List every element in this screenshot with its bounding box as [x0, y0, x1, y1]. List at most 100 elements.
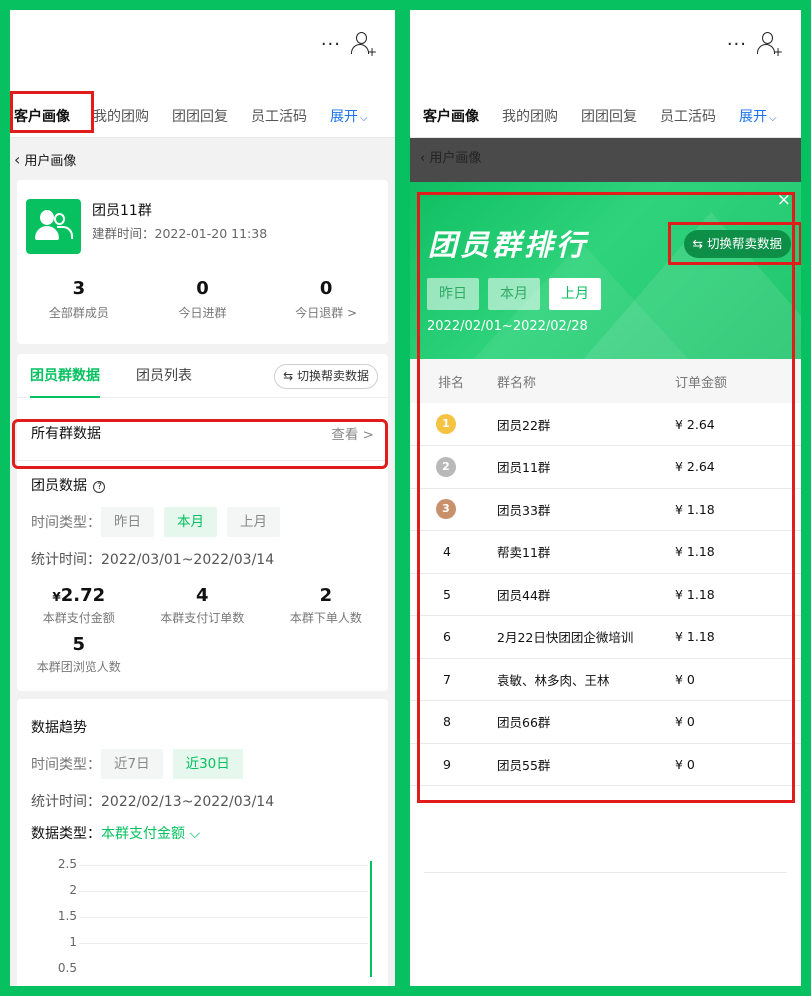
- expand-label: 展开: [739, 108, 767, 125]
- currency-symbol: ¥: [52, 590, 61, 604]
- kpi-value: 5: [72, 634, 86, 655]
- stat-left-today[interactable]: 0 今日退群 >: [264, 278, 388, 321]
- amount-cell: ¥ 1.18: [675, 544, 715, 560]
- gridline: [79, 917, 368, 918]
- help-icon[interactable]: ?: [93, 481, 106, 493]
- y-tick: 2.5: [57, 857, 77, 871]
- stat-value: 3: [72, 278, 86, 299]
- all-groups-row[interactable]: 所有群数据 查看 >: [17, 410, 388, 456]
- amount-cell: ¥ 1.18: [675, 501, 715, 517]
- chevron-left-icon: ‹: [14, 149, 21, 169]
- tab-staff-code[interactable]: 员工活码: [251, 106, 307, 126]
- member-data-title: 团员数据 ?: [17, 475, 388, 495]
- back-bar-dimmed[interactable]: ‹ 用户画像: [410, 138, 801, 182]
- tab-expand[interactable]: 展开 ⌵: [330, 106, 368, 126]
- stat-time-row: 统计时间：2022/03/01~2022/03/14: [17, 549, 388, 569]
- amount-cell: ¥ 2.64: [675, 416, 715, 432]
- amount-cell: ¥ 1.18: [675, 586, 715, 602]
- group-name-cell: 团员11群: [497, 460, 551, 476]
- stat-label: 全部群成员: [48, 306, 109, 320]
- kpi-value: 4: [196, 585, 209, 606]
- chip-this-month[interactable]: 本月: [488, 278, 540, 310]
- group-info-card: 团员11群 建群时间：2022-01-20 11:38 3 全部群成员 0 今日…: [17, 180, 388, 344]
- switch-resell-button[interactable]: ⇆ 切换帮卖数据: [274, 364, 378, 389]
- stat-all-members[interactable]: 3 全部群成员: [17, 278, 141, 321]
- bronze-medal-icon: 3: [436, 499, 456, 520]
- rank-cell: 5: [443, 586, 451, 602]
- subtab-member-list[interactable]: 团员列表: [136, 354, 192, 398]
- add-user-icon[interactable]: +: [351, 32, 377, 58]
- kpi-label: 本群支付金额: [42, 611, 115, 625]
- table-row: 6 2月22日快团团企微培训 ¥ 1.18: [410, 616, 801, 658]
- tab-customer-profile[interactable]: 客户画像: [423, 106, 479, 126]
- kpi-buyers: 2 本群下单人数: [264, 585, 388, 626]
- ranking-banner: × 团员群排行 ⇆ 切换帮卖数据 昨日 本月 上月 2022/02/01~202…: [410, 182, 801, 359]
- header-group-name: 群名称: [497, 375, 537, 391]
- group-name-cell: 帮卖11群: [497, 545, 551, 561]
- more-dots-icon[interactable]: ···: [321, 34, 341, 55]
- trend-stat-time: 统计时间：2022/02/13~2022/03/14: [31, 794, 275, 810]
- chip-yesterday[interactable]: 昨日: [427, 278, 479, 310]
- trend-card: 数据趋势 时间类型： 近7日 近30日 统计时间：2022/02/13~2022…: [17, 699, 388, 986]
- stat-value: 0: [319, 278, 333, 299]
- amount-cell: ¥ 0: [675, 756, 695, 772]
- gridline: [79, 943, 368, 944]
- trend-line: [370, 861, 372, 977]
- member-data-title-text: 团员数据: [31, 478, 87, 494]
- gridline: [79, 891, 368, 892]
- data-type-label: 数据类型：: [31, 826, 101, 842]
- tab-expand[interactable]: 展开 ⌵: [739, 106, 777, 126]
- gridline: [79, 865, 368, 866]
- amount-cell: ¥ 2.64: [675, 459, 715, 475]
- rank-cell: 8: [443, 714, 451, 730]
- table-row: 7 袁敏、林多肉、王林 ¥ 0: [410, 658, 801, 701]
- table-row: 5 团员44群 ¥ 1.18: [410, 573, 801, 616]
- chip-7-days[interactable]: 近7日: [101, 749, 163, 779]
- chip-yesterday[interactable]: 昨日: [101, 507, 154, 537]
- amount-cell: ¥ 0: [675, 671, 695, 687]
- left-screen: ··· + 客户画像 我的团购 团团回复 员工活码 展开 ⌵ ‹ 用户画像 团员1…: [10, 10, 395, 986]
- more-dots-icon[interactable]: ···: [727, 34, 747, 55]
- rank-cell: 9: [443, 756, 451, 772]
- kpi-label: 本群支付订单数: [160, 611, 245, 625]
- back-bar[interactable]: ‹ 用户画像: [10, 138, 395, 180]
- group-name-cell: 团员55群: [497, 757, 551, 773]
- chip-last-month[interactable]: 上月: [549, 278, 601, 310]
- tab-staff-code[interactable]: 员工活码: [660, 106, 716, 126]
- add-user-icon[interactable]: +: [757, 32, 783, 58]
- tab-customer-profile[interactable]: 客户画像: [14, 106, 70, 126]
- data-card: 团员群数据 团员列表 ⇆ 切换帮卖数据 所有群数据 查看 > 团员数据 ? 时间…: [17, 354, 388, 691]
- rank-cell: 7: [443, 671, 451, 687]
- time-type-label: 时间类型：: [31, 515, 101, 531]
- sub-tabs: 团员群数据 团员列表 ⇆ 切换帮卖数据: [17, 354, 388, 398]
- group-name: 团员11群: [92, 203, 152, 219]
- ranking-table: 排名 群名称 订单金额 1 团员22群 ¥ 2.64 2 团员11群 ¥ 2.6…: [410, 359, 801, 786]
- table-row: 4 帮卖11群 ¥ 1.18: [410, 531, 801, 573]
- subtab-group-data[interactable]: 团员群数据: [30, 354, 100, 398]
- stat-label: 今日进群: [178, 306, 227, 320]
- main-tabs: 客户画像 我的团购 团团回复 员工活码 展开 ⌵: [410, 94, 801, 138]
- kpi-grid: ¥2.72 本群支付金额 4 本群支付订单数 2 本群下单人数 5 本群团浏览人…: [17, 585, 388, 683]
- group-name-cell: 袁敏、林多肉、王林: [497, 672, 610, 688]
- view-link[interactable]: 查看 >: [331, 423, 374, 443]
- tab-my-group-buy[interactable]: 我的团购: [93, 106, 149, 126]
- rank-cell: 6: [443, 629, 451, 645]
- close-icon[interactable]: ×: [777, 190, 791, 210]
- stat-joined-today[interactable]: 0 今日进群: [141, 278, 265, 321]
- table-row: 9 团员55群 ¥ 0: [410, 743, 801, 786]
- trend-title: 数据趋势: [31, 720, 87, 736]
- chip-this-month[interactable]: 本月: [164, 507, 217, 537]
- chevron-left-icon: ‹: [420, 151, 430, 166]
- trend-chart: 2.5 2 1.5 1 0.5: [17, 857, 388, 977]
- switch-resell-button[interactable]: ⇆ 切换帮卖数据: [683, 230, 791, 258]
- all-groups-label: 所有群数据: [31, 426, 101, 442]
- group-stats: 3 全部群成员 0 今日进群 0 今日退群 >: [17, 278, 388, 321]
- header-amount: 订单金额: [675, 375, 728, 391]
- data-type-select[interactable]: 本群支付金额 ⌵: [101, 823, 200, 843]
- chip-30-days[interactable]: 近30日: [172, 749, 243, 779]
- tab-group-reply[interactable]: 团团回复: [172, 106, 228, 126]
- tab-my-group-buy[interactable]: 我的团购: [502, 106, 558, 126]
- tab-group-reply[interactable]: 团团回复: [581, 106, 637, 126]
- main-tabs: 客户画像 我的团购 团团回复 员工活码 展开 ⌵: [10, 94, 395, 138]
- chip-last-month[interactable]: 上月: [227, 507, 280, 537]
